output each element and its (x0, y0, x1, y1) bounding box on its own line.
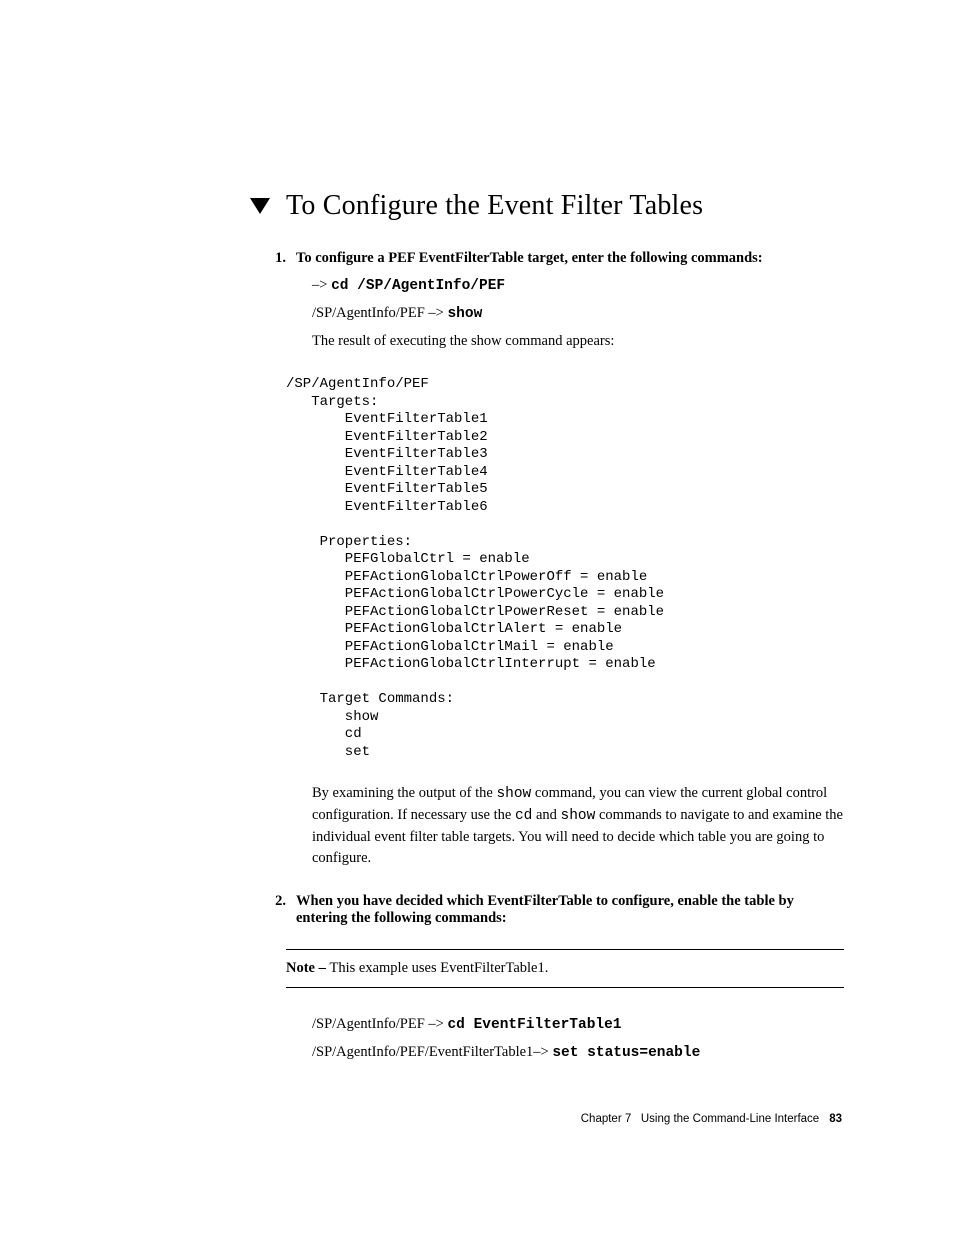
note-text: This example uses EventFilterTable1. (330, 960, 549, 976)
step-1-header: 1. To configure a PEF EventFilterTable t… (272, 250, 844, 267)
step-2: 2. When you have decided which EventFilt… (272, 893, 844, 927)
command-text: set status=enable (552, 1045, 700, 1061)
step-1: 1. To configure a PEF EventFilterTable t… (272, 250, 844, 352)
note-box: Note – This example uses EventFilterTabl… (286, 949, 844, 988)
page-content: To Configure the Event Filter Tables 1. … (250, 190, 844, 1070)
command-output-block: /SP/AgentInfo/PEF Targets: EventFilterTa… (286, 376, 844, 761)
prompt-text: /SP/AgentInfo/PEF –> (312, 1016, 447, 1032)
step-2-header: 2. When you have decided which EventFilt… (272, 893, 844, 927)
prompt-text: /SP/AgentInfo/PEF –> (312, 305, 447, 321)
prompt-text: /SP/AgentInfo/PEF/EventFilterTable1–> (312, 1044, 552, 1060)
down-triangle-icon (250, 198, 270, 214)
command-text: show (447, 306, 482, 322)
command-line-2: /SP/AgentInfo/PEF –> show (312, 303, 844, 325)
footer-chapter: Chapter 7 (581, 1113, 632, 1125)
footer-title: Using the Command-Line Interface (641, 1113, 819, 1125)
step-number: 1. (272, 250, 286, 267)
inline-code: show (561, 808, 596, 824)
post-note-commands: /SP/AgentInfo/PEF –> cd EventFilterTable… (312, 1014, 844, 1064)
command-text: cd /SP/AgentInfo/PEF (331, 278, 505, 294)
command-text: cd EventFilterTable1 (447, 1017, 621, 1033)
result-intro-line: The result of executing the show command… (312, 331, 844, 352)
step-title: To configure a PEF EventFilterTable targ… (296, 250, 763, 267)
page-footer: Chapter 7 Using the Command-Line Interfa… (581, 1113, 842, 1125)
inline-code: cd (515, 808, 532, 824)
section-heading-row: To Configure the Event Filter Tables (250, 190, 844, 222)
ordered-steps: 1. To configure a PEF EventFilterTable t… (272, 250, 844, 1064)
text-fragment: By examining the output of the (312, 785, 496, 801)
section-title: To Configure the Event Filter Tables (286, 190, 703, 222)
note-label: Note – (286, 960, 330, 976)
command-line-1: –> cd /SP/AgentInfo/PEF (312, 275, 844, 297)
command-line-3: /SP/AgentInfo/PEF –> cd EventFilterTable… (312, 1014, 844, 1036)
footer-page-number: 83 (829, 1113, 842, 1125)
prompt-text: –> (312, 277, 331, 293)
step-title: When you have decided which EventFilterT… (296, 893, 844, 927)
step-number: 2. (272, 893, 286, 927)
text-fragment: and (532, 807, 560, 823)
inline-code: show (496, 786, 531, 802)
command-line-4: /SP/AgentInfo/PEF/EventFilterTable1–> se… (312, 1042, 844, 1064)
step-1-body: –> cd /SP/AgentInfo/PEF /SP/AgentInfo/PE… (312, 275, 844, 352)
explanation-paragraph: By examining the output of the show comm… (312, 783, 844, 869)
